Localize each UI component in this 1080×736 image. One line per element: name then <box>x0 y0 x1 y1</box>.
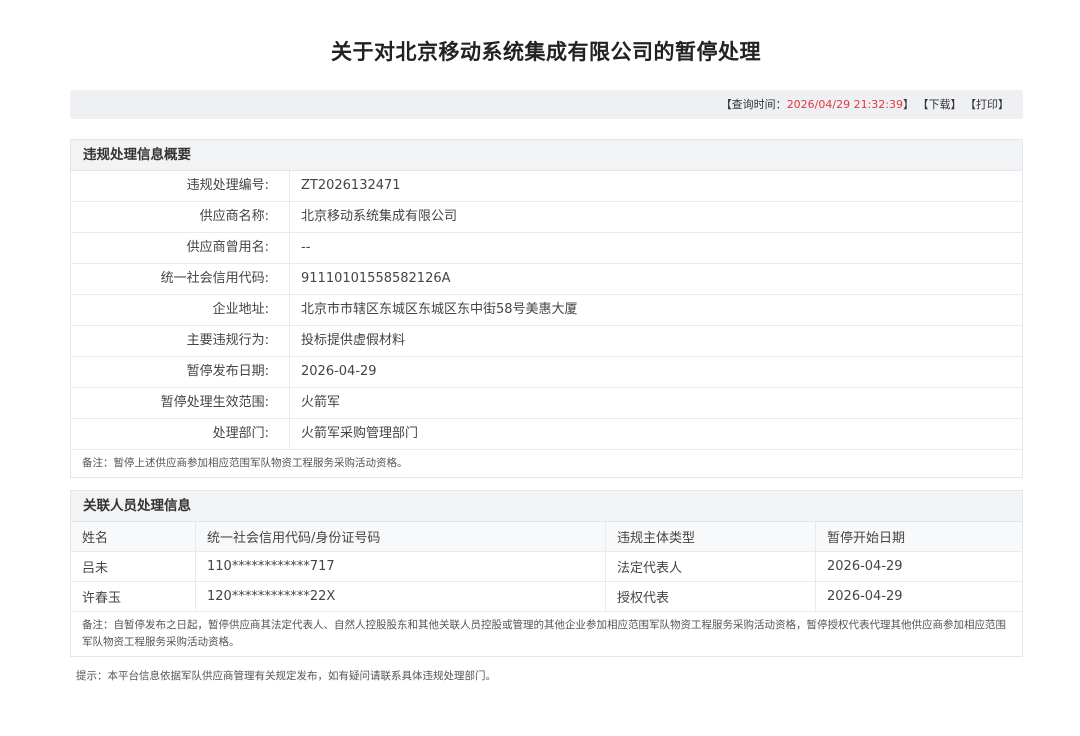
person-name: 许春玉 <box>71 581 196 612</box>
query-info-bar: 【查询时间：2026/04/29 21:32:39】 【下载】 【打印】 <box>70 90 1023 119</box>
summary-row-scope: 暂停处理生效范围: 火箭军 <box>71 388 1022 419</box>
summary-row-violation-no: 违规处理编号: ZT2026132471 <box>71 171 1022 202</box>
query-time-suffix: 】 <box>903 98 914 111</box>
person-date: 2026-04-29 <box>815 581 1022 612</box>
field-value: 北京移动系统集成有限公司 <box>301 209 458 224</box>
field-value: 北京市市辖区东城区东城区东中街58号美惠大厦 <box>301 302 578 317</box>
persons-note: 备注：自暂停发布之日起，暂停供应商其法定代表人、自然人控股股东和其他关联人员控股… <box>82 619 1006 648</box>
person-date: 2026-04-29 <box>815 551 1022 582</box>
field-value: 火箭军 <box>301 395 341 410</box>
person-type: 授权代表 <box>605 581 816 612</box>
download-link[interactable]: 【下载】 <box>918 98 962 111</box>
column-header-id: 统一社会信用代码/身份证号码 <box>195 522 606 552</box>
summary-row-publish-date: 暂停发布日期: 2026-04-29 <box>71 357 1022 388</box>
summary-row-former-name: 供应商曾用名: -- <box>71 233 1022 264</box>
field-value: 投标提供虚假材料 <box>301 333 406 348</box>
column-header-type: 违规主体类型 <box>605 522 816 552</box>
table-row: 吕未 110************717 法定代表人 2026-04-29 <box>71 551 1022 582</box>
column-header-date: 暂停开始日期 <box>815 522 1022 552</box>
persons-heading: 关联人员处理信息 <box>71 491 1022 522</box>
person-type: 法定代表人 <box>605 551 816 582</box>
person-id: 110************717 <box>195 551 606 582</box>
summary-row-violation: 主要违规行为: 投标提供虚假材料 <box>71 326 1022 357</box>
table-row: 许春玉 120************22X 授权代表 2026-04-29 <box>71 581 1022 612</box>
person-name: 吕未 <box>71 551 196 582</box>
field-value: ZT2026132471 <box>301 178 401 193</box>
summary-row-credit-code: 统一社会信用代码: 91110101558582126A <box>71 264 1022 295</box>
print-link[interactable]: 【打印】 <box>965 98 1009 111</box>
persons-table: 姓名 统一社会信用代码/身份证号码 违规主体类型 暂停开始日期 吕未 110**… <box>71 522 1022 612</box>
field-label: 暂停发布日期: <box>71 357 290 387</box>
page-title: 关于对北京移动系统集成有限公司的暂停处理 <box>331 40 761 64</box>
table-header-row: 姓名 统一社会信用代码/身份证号码 违规主体类型 暂停开始日期 <box>71 522 1022 552</box>
field-label: 违规处理编号: <box>71 171 290 201</box>
summary-heading: 违规处理信息概要 <box>71 140 1022 171</box>
summary-row-supplier-name: 供应商名称: 北京移动系统集成有限公司 <box>71 202 1022 233</box>
field-value: 91110101558582126A <box>301 271 451 286</box>
field-label: 主要违规行为: <box>71 326 290 356</box>
summary-note: 备注：暂停上述供应商参加相应范围军队物资工程服务采购活动资格。 <box>82 457 408 469</box>
query-time-value: 2026/04/29 21:32:39 <box>786 98 903 111</box>
persons-panel: 关联人员处理信息 姓名 统一社会信用代码/身份证号码 违规主体类型 暂停开始日期… <box>70 490 1023 657</box>
field-value: 2026-04-29 <box>301 364 377 379</box>
field-value: 火箭军采购管理部门 <box>301 426 419 441</box>
summary-panel: 违规处理信息概要 违规处理编号: ZT2026132471 供应商名称: 北京移… <box>70 139 1023 478</box>
summary-row-address: 企业地址: 北京市市辖区东城区东城区东中街58号美惠大厦 <box>71 295 1022 326</box>
field-label: 供应商曾用名: <box>71 233 290 263</box>
field-label: 处理部门: <box>71 419 290 449</box>
field-label: 暂停处理生效范围: <box>71 388 290 418</box>
field-label: 统一社会信用代码: <box>71 264 290 294</box>
field-label: 供应商名称: <box>71 202 290 232</box>
column-header-name: 姓名 <box>71 522 196 552</box>
person-id: 120************22X <box>195 581 606 612</box>
footer-hint: 提示：本平台信息依据军队供应商管理有关规定发布，如有疑问请联系具体违规处理部门。 <box>76 670 496 682</box>
summary-row-department: 处理部门: 火箭军采购管理部门 <box>71 419 1022 450</box>
field-label: 企业地址: <box>71 295 290 325</box>
field-value: -- <box>301 240 311 255</box>
query-time-prefix: 【查询时间： <box>720 98 787 111</box>
